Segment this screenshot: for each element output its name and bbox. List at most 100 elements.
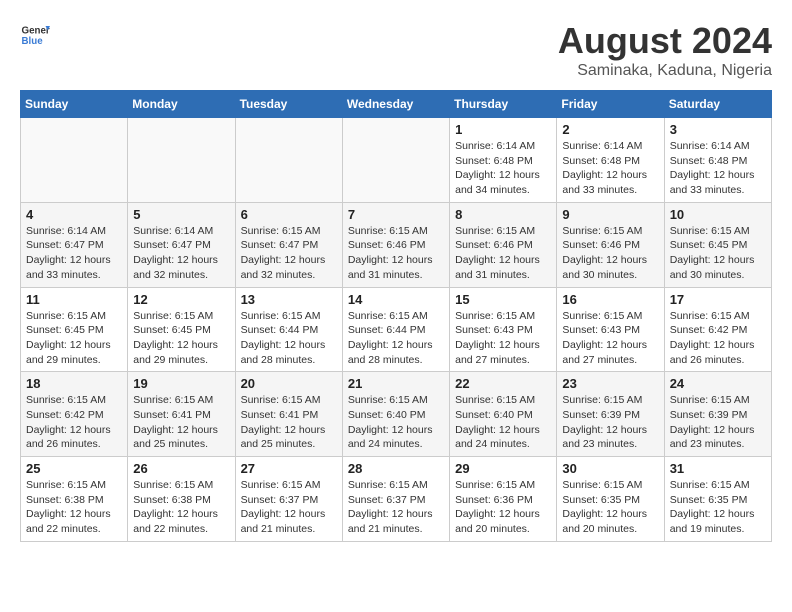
day-number: 15 (455, 292, 551, 307)
day-number: 22 (455, 376, 551, 391)
day-number: 18 (26, 376, 122, 391)
calendar-cell: 18 Sunrise: 6:15 AM Sunset: 6:42 PM Dayli… (21, 372, 128, 457)
day-detail: Sunrise: 6:15 AM Sunset: 6:37 PM Dayligh… (241, 478, 337, 537)
calendar-cell: 15Sunrise: 6:15 AM Sunset: 6:43 PM Dayli… (450, 287, 557, 372)
day-number: 11 (26, 292, 122, 307)
calendar-week-1: 1Sunrise: 6:14 AM Sunset: 6:48 PM Daylig… (21, 118, 772, 203)
calendar-cell: 24 Sunrise: 6:15 AM Sunset: 6:39 PM Dayli… (664, 372, 771, 457)
day-detail: Sunrise: 6:14 AM Sunset: 6:47 PM Dayligh… (133, 224, 229, 283)
calendar-week-5: 25 Sunrise: 6:15 AM Sunset: 6:38 PM Dayli… (21, 457, 772, 542)
calendar-table: SundayMondayTuesdayWednesdayThursdayFrid… (20, 90, 772, 542)
day-number: 29 (455, 461, 551, 476)
day-number: 24 (670, 376, 766, 391)
calendar-cell: 14Sunrise: 6:15 AM Sunset: 6:44 PM Dayli… (342, 287, 449, 372)
calendar-week-2: 4 Sunrise: 6:14 AM Sunset: 6:47 PM Daylig… (21, 202, 772, 287)
day-detail: Sunrise: 6:15 AM Sunset: 6:35 PM Dayligh… (670, 478, 766, 537)
weekday-header-saturday: Saturday (664, 91, 771, 118)
day-number: 7 (348, 207, 444, 222)
day-detail: Sunrise: 6:15 AM Sunset: 6:45 PM Dayligh… (670, 224, 766, 283)
calendar-header-row: SundayMondayTuesdayWednesdayThursdayFrid… (21, 91, 772, 118)
header: General Blue August 2024 Saminaka, Kadun… (20, 20, 772, 80)
calendar-cell: 25 Sunrise: 6:15 AM Sunset: 6:38 PM Dayli… (21, 457, 128, 542)
calendar-cell: 28 Sunrise: 6:15 AM Sunset: 6:37 PM Dayli… (342, 457, 449, 542)
day-number: 31 (670, 461, 766, 476)
weekday-header-friday: Friday (557, 91, 664, 118)
calendar-cell: 12 Sunrise: 6:15 AM Sunset: 6:45 PM Dayli… (128, 287, 235, 372)
day-number: 10 (670, 207, 766, 222)
day-number: 2 (562, 122, 658, 137)
page-subtitle: Saminaka, Kaduna, Nigeria (558, 62, 772, 80)
calendar-cell: 23Sunrise: 6:15 AM Sunset: 6:39 PM Dayli… (557, 372, 664, 457)
calendar-cell: 9Sunrise: 6:15 AM Sunset: 6:46 PM Daylig… (557, 202, 664, 287)
day-number: 4 (26, 207, 122, 222)
day-detail: Sunrise: 6:15 AM Sunset: 6:45 PM Dayligh… (26, 309, 122, 368)
day-number: 3 (670, 122, 766, 137)
day-number: 17 (670, 292, 766, 307)
calendar-cell: 8Sunrise: 6:15 AM Sunset: 6:46 PM Daylig… (450, 202, 557, 287)
weekday-header-sunday: Sunday (21, 91, 128, 118)
calendar-cell: 10 Sunrise: 6:15 AM Sunset: 6:45 PM Dayli… (664, 202, 771, 287)
day-number: 23 (562, 376, 658, 391)
calendar-cell: 11 Sunrise: 6:15 AM Sunset: 6:45 PM Dayli… (21, 287, 128, 372)
weekday-header-thursday: Thursday (450, 91, 557, 118)
day-number: 13 (241, 292, 337, 307)
calendar-cell: 1Sunrise: 6:14 AM Sunset: 6:48 PM Daylig… (450, 118, 557, 203)
calendar-cell: 27Sunrise: 6:15 AM Sunset: 6:37 PM Dayli… (235, 457, 342, 542)
day-detail: Sunrise: 6:15 AM Sunset: 6:44 PM Dayligh… (348, 309, 444, 368)
day-number: 12 (133, 292, 229, 307)
day-number: 20 (241, 376, 337, 391)
calendar-cell: 3 Sunrise: 6:14 AM Sunset: 6:48 PM Daylig… (664, 118, 771, 203)
calendar-cell: 21 Sunrise: 6:15 AM Sunset: 6:40 PM Dayli… (342, 372, 449, 457)
calendar-body: 1Sunrise: 6:14 AM Sunset: 6:48 PM Daylig… (21, 118, 772, 542)
day-number: 9 (562, 207, 658, 222)
calendar-cell (21, 118, 128, 203)
day-detail: Sunrise: 6:14 AM Sunset: 6:48 PM Dayligh… (455, 139, 551, 198)
day-detail: Sunrise: 6:14 AM Sunset: 6:48 PM Dayligh… (670, 139, 766, 198)
day-detail: Sunrise: 6:15 AM Sunset: 6:38 PM Dayligh… (133, 478, 229, 537)
day-detail: Sunrise: 6:15 AM Sunset: 6:45 PM Dayligh… (133, 309, 229, 368)
day-number: 5 (133, 207, 229, 222)
title-area: August 2024 Saminaka, Kaduna, Nigeria (558, 20, 772, 80)
calendar-cell: 22 Sunrise: 6:15 AM Sunset: 6:40 PM Dayli… (450, 372, 557, 457)
day-detail: Sunrise: 6:15 AM Sunset: 6:40 PM Dayligh… (348, 393, 444, 452)
day-detail: Sunrise: 6:15 AM Sunset: 6:36 PM Dayligh… (455, 478, 551, 537)
weekday-header-wednesday: Wednesday (342, 91, 449, 118)
day-detail: Sunrise: 6:15 AM Sunset: 6:37 PM Dayligh… (348, 478, 444, 537)
page-title: August 2024 (558, 20, 772, 62)
day-detail: Sunrise: 6:15 AM Sunset: 6:44 PM Dayligh… (241, 309, 337, 368)
day-number: 8 (455, 207, 551, 222)
day-detail: Sunrise: 6:15 AM Sunset: 6:38 PM Dayligh… (26, 478, 122, 537)
calendar-cell: 29 Sunrise: 6:15 AM Sunset: 6:36 PM Dayli… (450, 457, 557, 542)
day-detail: Sunrise: 6:15 AM Sunset: 6:40 PM Dayligh… (455, 393, 551, 452)
calendar-cell: 7Sunrise: 6:15 AM Sunset: 6:46 PM Daylig… (342, 202, 449, 287)
calendar-cell: 20 Sunrise: 6:15 AM Sunset: 6:41 PM Dayli… (235, 372, 342, 457)
calendar-cell: 26Sunrise: 6:15 AM Sunset: 6:38 PM Dayli… (128, 457, 235, 542)
calendar-cell: 6 Sunrise: 6:15 AM Sunset: 6:47 PM Daylig… (235, 202, 342, 287)
day-detail: Sunrise: 6:15 AM Sunset: 6:47 PM Dayligh… (241, 224, 337, 283)
calendar-cell: 30Sunrise: 6:15 AM Sunset: 6:35 PM Dayli… (557, 457, 664, 542)
calendar-cell: 2 Sunrise: 6:14 AM Sunset: 6:48 PM Daylig… (557, 118, 664, 203)
day-detail: Sunrise: 6:15 AM Sunset: 6:41 PM Dayligh… (241, 393, 337, 452)
calendar-cell: 13 Sunrise: 6:15 AM Sunset: 6:44 PM Dayli… (235, 287, 342, 372)
svg-text:General: General (22, 26, 51, 37)
calendar-cell (235, 118, 342, 203)
day-number: 25 (26, 461, 122, 476)
day-detail: Sunrise: 6:14 AM Sunset: 6:47 PM Dayligh… (26, 224, 122, 283)
calendar-week-3: 11 Sunrise: 6:15 AM Sunset: 6:45 PM Dayli… (21, 287, 772, 372)
day-number: 6 (241, 207, 337, 222)
day-number: 28 (348, 461, 444, 476)
day-detail: Sunrise: 6:14 AM Sunset: 6:48 PM Dayligh… (562, 139, 658, 198)
day-number: 21 (348, 376, 444, 391)
day-detail: Sunrise: 6:15 AM Sunset: 6:41 PM Dayligh… (133, 393, 229, 452)
day-detail: Sunrise: 6:15 AM Sunset: 6:35 PM Dayligh… (562, 478, 658, 537)
weekday-header-tuesday: Tuesday (235, 91, 342, 118)
day-number: 19 (133, 376, 229, 391)
calendar-cell: 5 Sunrise: 6:14 AM Sunset: 6:47 PM Daylig… (128, 202, 235, 287)
logo-icon: General Blue (20, 20, 50, 50)
day-detail: Sunrise: 6:15 AM Sunset: 6:39 PM Dayligh… (670, 393, 766, 452)
calendar-week-4: 18 Sunrise: 6:15 AM Sunset: 6:42 PM Dayli… (21, 372, 772, 457)
calendar-cell (342, 118, 449, 203)
calendar-cell: 31 Sunrise: 6:15 AM Sunset: 6:35 PM Dayli… (664, 457, 771, 542)
day-detail: Sunrise: 6:15 AM Sunset: 6:42 PM Dayligh… (670, 309, 766, 368)
day-detail: Sunrise: 6:15 AM Sunset: 6:42 PM Dayligh… (26, 393, 122, 452)
